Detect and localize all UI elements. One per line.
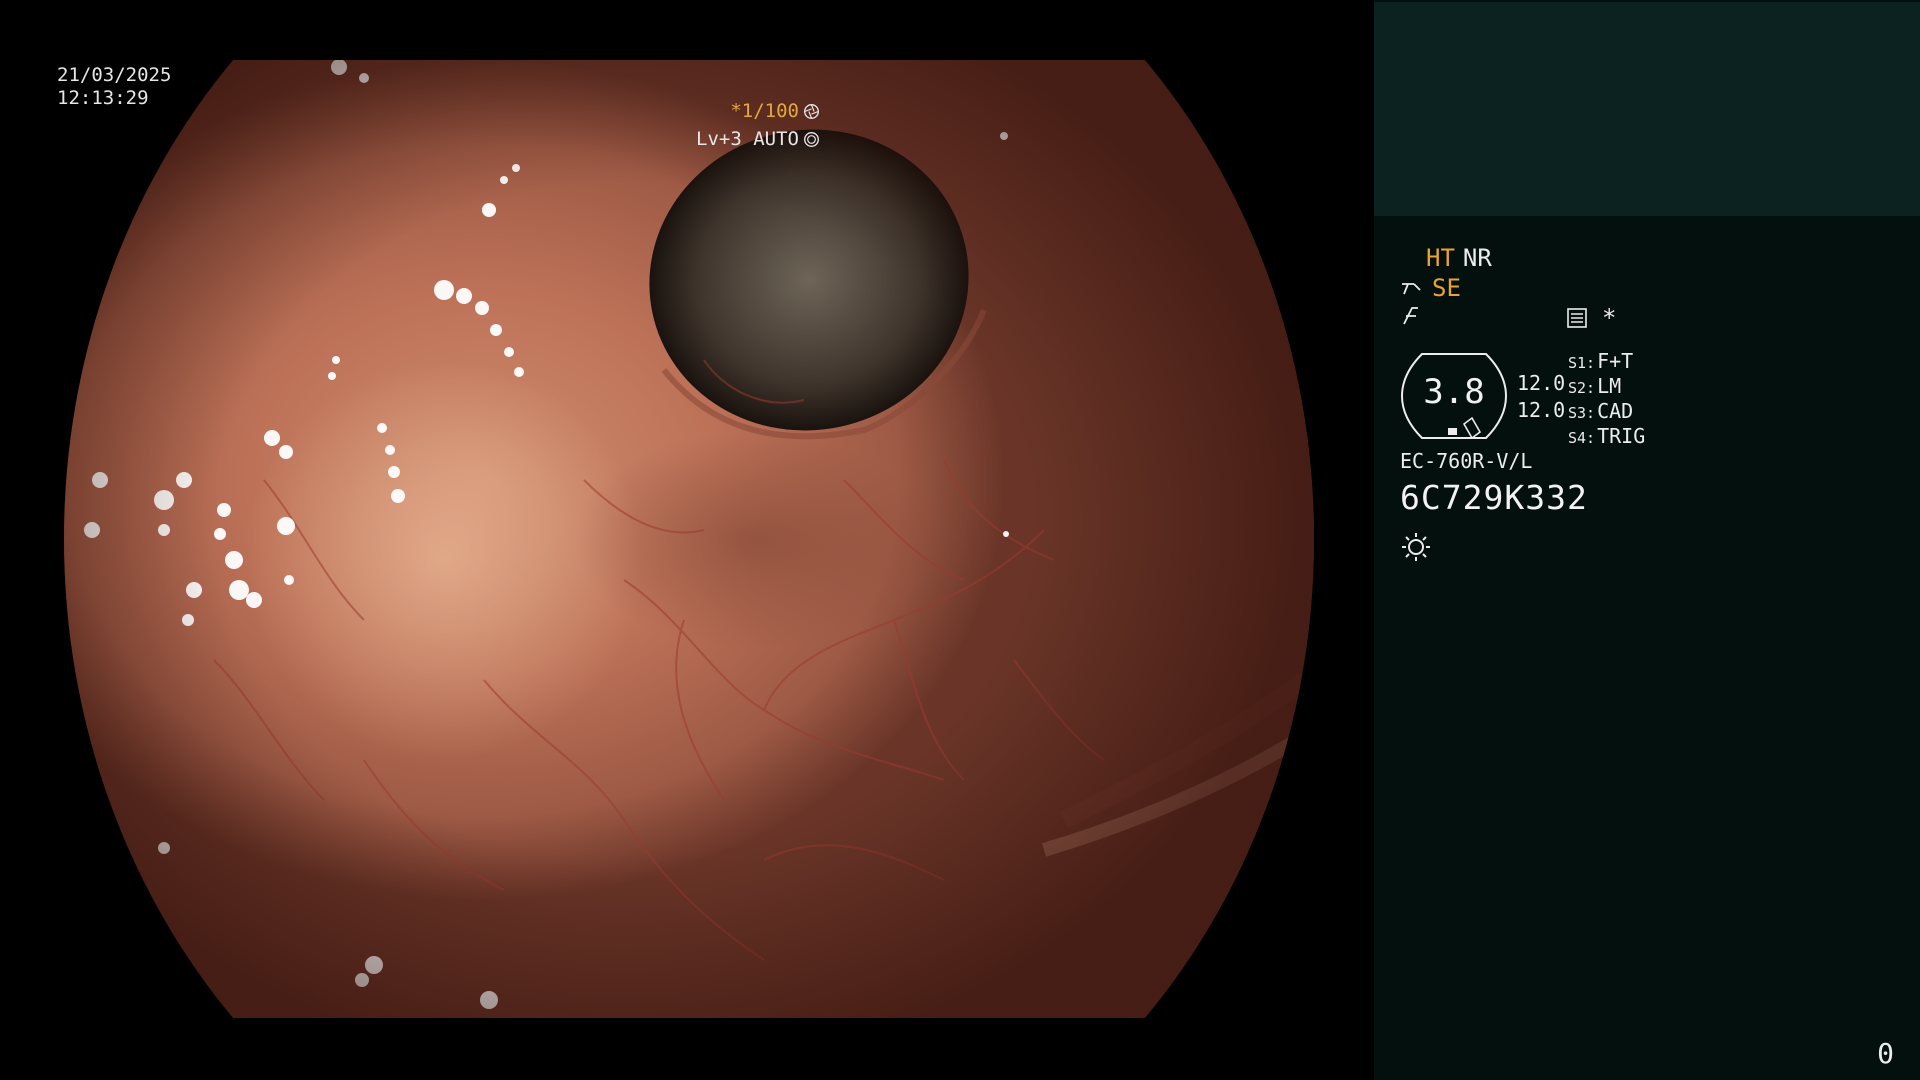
enhance-icon <box>1403 307 1418 325</box>
switch-row: S2: LM <box>1568 374 1645 399</box>
date-time-display: 21/03/2025 12:13:29 <box>57 64 171 110</box>
switch-row: S4: TRIG <box>1568 424 1645 449</box>
light-source-icon <box>1402 533 1430 561</box>
aperture-icon <box>804 103 819 119</box>
switch-key: S2: <box>1568 379 1596 397</box>
level-readouts: 12.0 12.0 <box>1517 370 1565 424</box>
switch-key: S1: <box>1568 354 1596 372</box>
memory-card-icon <box>1567 308 1587 328</box>
iris-mode-label: Lv+3 AUTO <box>696 128 799 150</box>
scope-model: EC-760R-V/L <box>1400 449 1533 473</box>
info-panel: HT NR SE * 3.8 12.0 12.0 S1: F+T S2: LM … <box>1374 0 1920 1080</box>
scope-serial-number: 6C729K332 <box>1400 478 1588 517</box>
enhance-status <box>1400 304 1422 328</box>
patient-info-area <box>1374 2 1920 216</box>
switch-value: F+T <box>1597 349 1634 373</box>
brightness-gauge: 3.8 <box>1400 352 1508 440</box>
switch-key: S4: <box>1568 429 1596 447</box>
switch-value: LM <box>1597 374 1622 398</box>
shutter-speed-label: *1/100 <box>730 100 799 122</box>
scope-tip-icon <box>1402 283 1421 295</box>
level-value: 12.0 <box>1517 371 1566 395</box>
iris-indicator: Lv+3 AUTO <box>696 127 820 151</box>
brightness-value: 3.8 <box>1423 372 1485 412</box>
iris-icon <box>804 131 819 147</box>
switch-row: S3: CAD <box>1568 399 1645 424</box>
date-label: 21/03/2025 <box>57 64 172 86</box>
memory-marker: * <box>1602 304 1617 332</box>
memory-status: * <box>1566 304 1616 332</box>
scope-switch-assignments: S1: F+T S2: LM S3: CAD S4: TRIG <box>1568 349 1645 449</box>
se-status: SE <box>1400 274 1461 302</box>
mucosa-texture <box>84 60 1314 1009</box>
ht-nr-status: HT NR <box>1426 244 1492 272</box>
level-value: 12.0 <box>1517 398 1566 422</box>
endoscopy-screen: 21/03/2025 12:13:29 *1/100 Lv+3 AUTO HT … <box>0 0 1920 1080</box>
switch-value: TRIG <box>1597 424 1646 448</box>
switch-row: S1: F+T <box>1568 349 1645 374</box>
endoscopic-image <box>64 60 1314 1018</box>
switch-value: CAD <box>1597 399 1634 423</box>
nr-label: NR <box>1462 244 1492 272</box>
time-label: 12:13:29 <box>57 87 149 109</box>
ht-label: HT <box>1426 244 1455 272</box>
frame-counter: 0 <box>1877 1037 1894 1070</box>
switch-key: S3: <box>1568 404 1596 422</box>
endoscope-view: 21/03/2025 12:13:29 *1/100 Lv+3 AUTO <box>0 0 1374 1080</box>
shutter-indicator: *1/100 <box>730 99 820 123</box>
se-label: SE <box>1432 274 1461 302</box>
